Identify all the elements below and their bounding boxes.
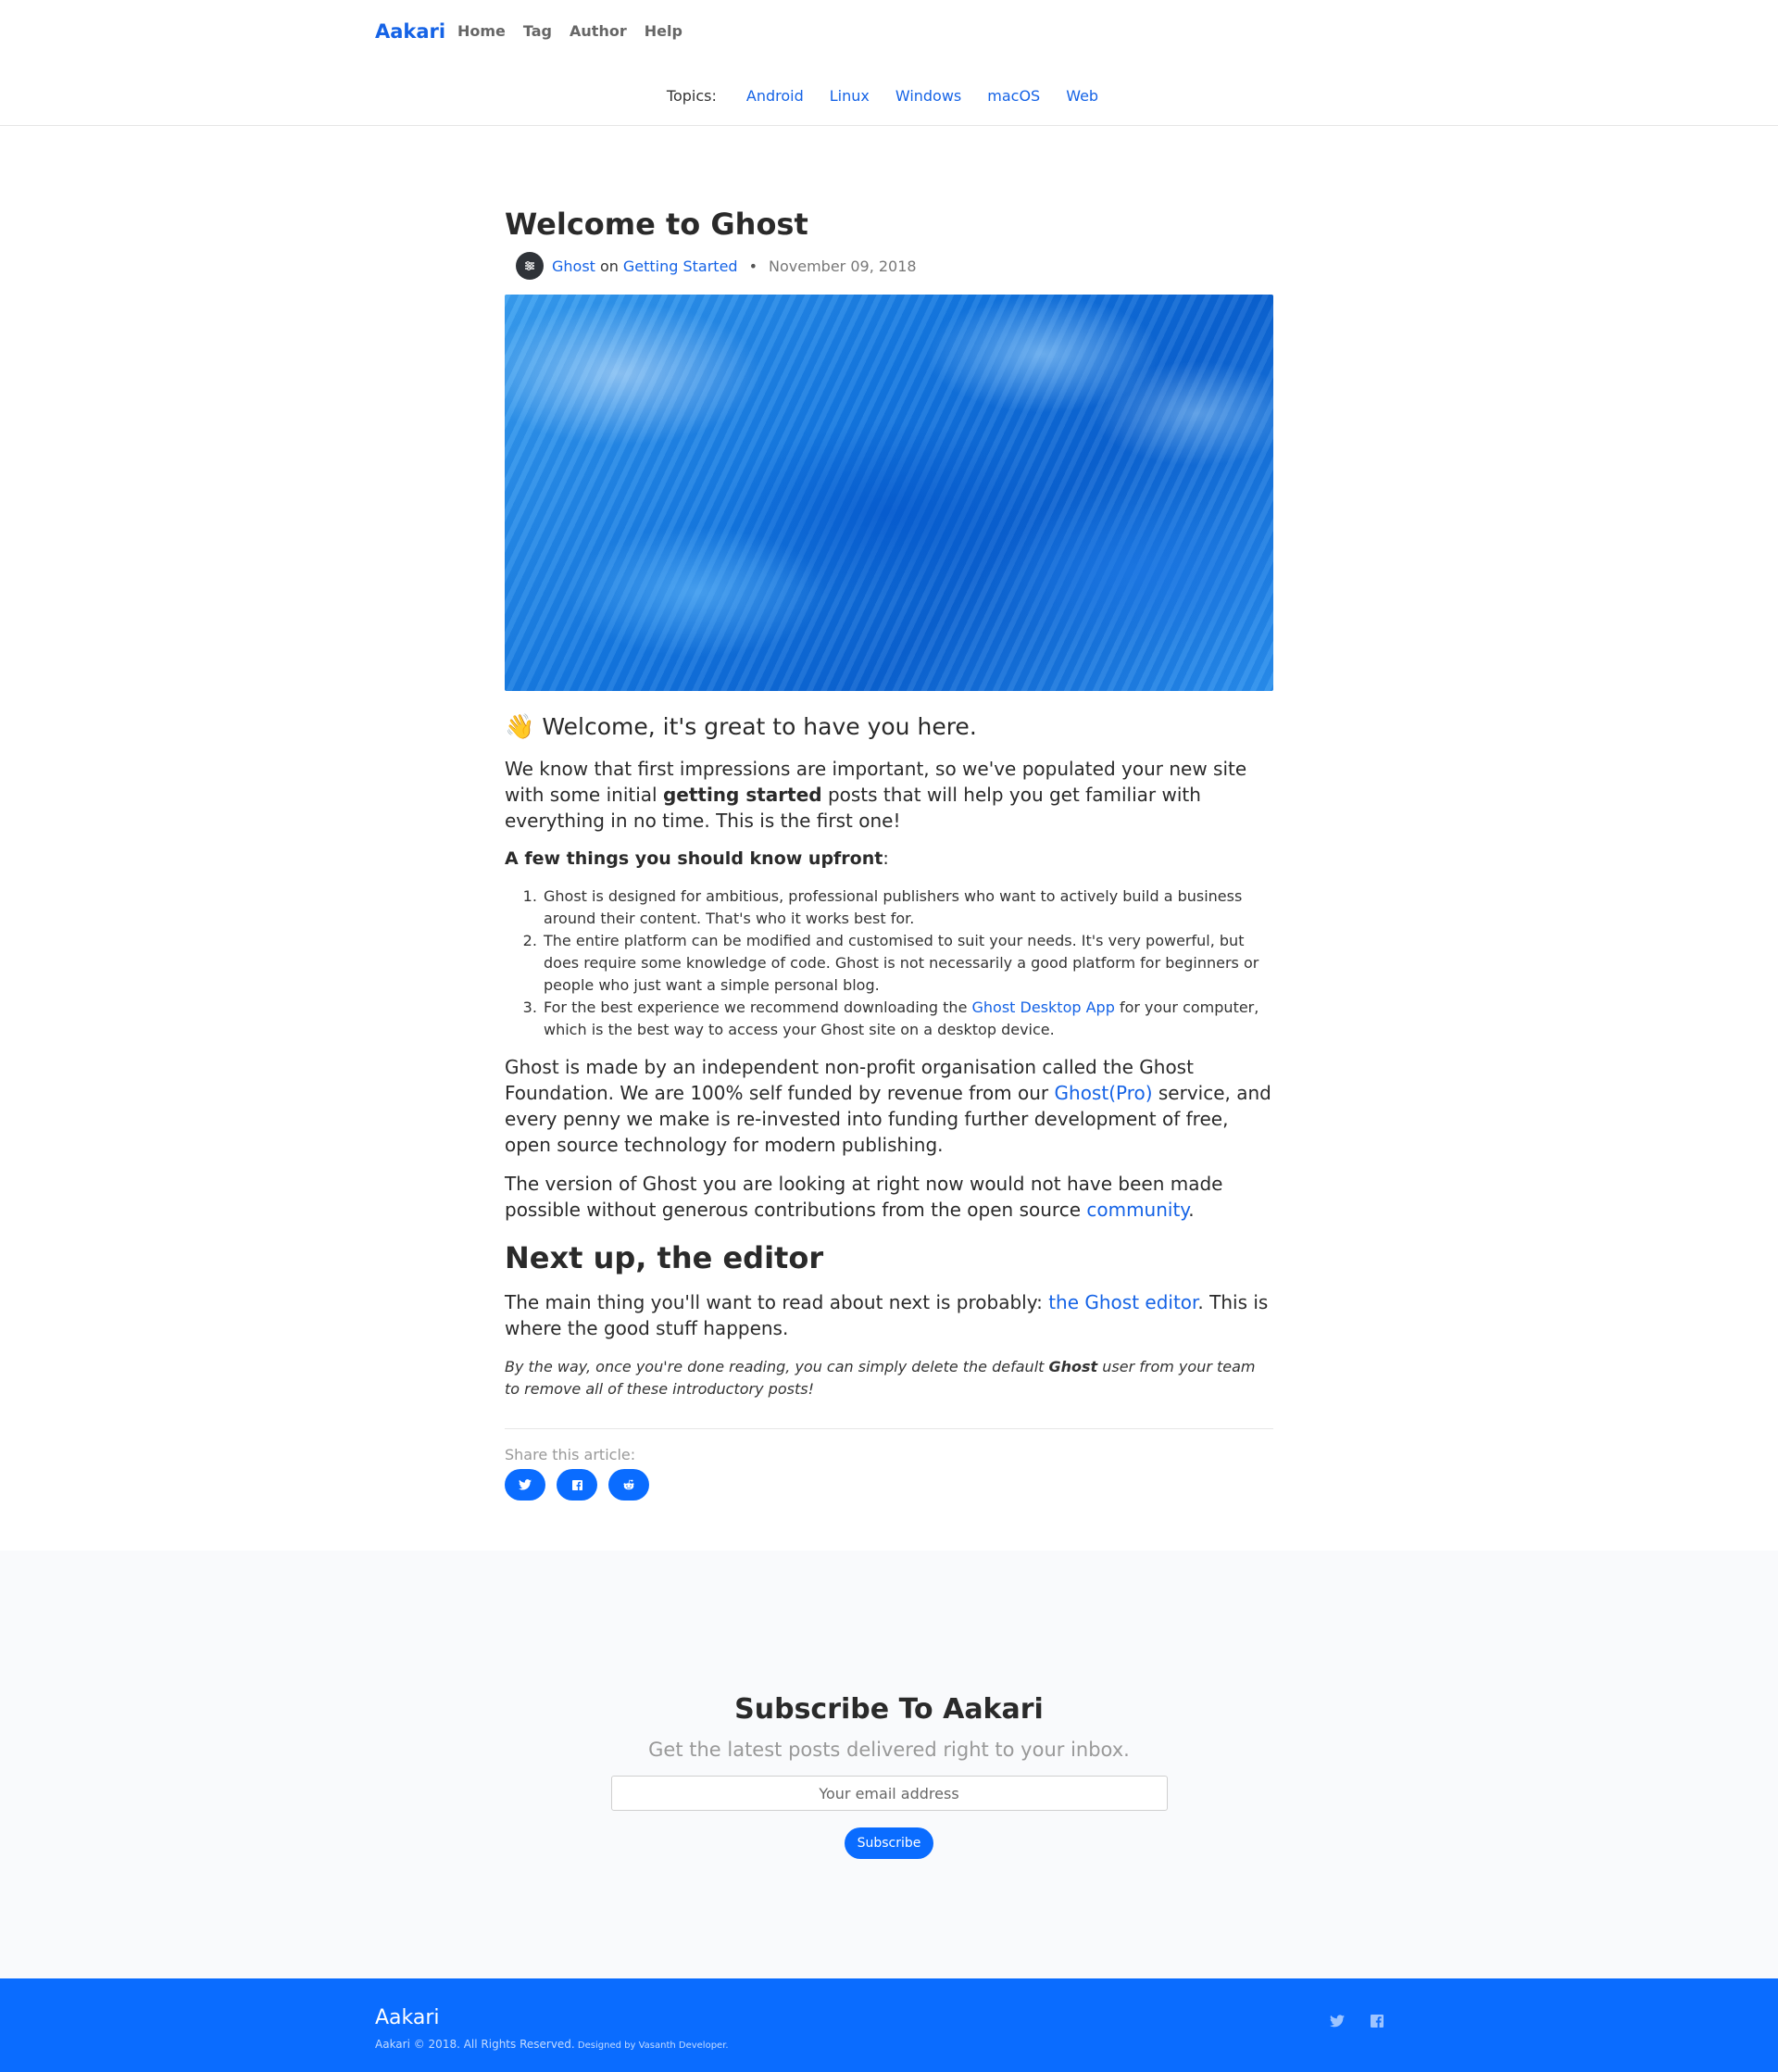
- next-text-a: The main thing you'll want to read about…: [505, 1291, 1049, 1313]
- facebook-icon: [1371, 2015, 1384, 2028]
- topic-macos[interactable]: macOS: [987, 87, 1040, 105]
- ghost-pro-link[interactable]: Ghost(Pro): [1055, 1082, 1153, 1104]
- copyright-text: Aakari © 2018. All Rights Reserved.: [375, 2038, 575, 2051]
- step3-text-a: For the best experience we recommend dow…: [544, 998, 972, 1016]
- ghost-editor-link[interactable]: the Ghost editor: [1048, 1291, 1197, 1313]
- topic-linux[interactable]: Linux: [830, 87, 870, 105]
- intro-paragraph: We know that first impressions are impor…: [505, 756, 1273, 834]
- nav-home[interactable]: Home: [457, 22, 506, 40]
- lead-line: 👋 Welcome, it's great to have you here.: [505, 711, 1273, 743]
- list-item: Ghost is designed for ambitious, profess…: [542, 885, 1273, 930]
- subscribe-button[interactable]: Subscribe: [845, 1827, 933, 1859]
- facebook-icon: [571, 1479, 582, 1490]
- reddit-icon: [623, 1479, 634, 1490]
- next-up-heading: Next up, the editor: [505, 1240, 824, 1275]
- footer-copyright: Aakari © 2018. All Rights Reserved. Desi…: [375, 2038, 729, 2051]
- list-item: For the best experience we recommend dow…: [542, 997, 1273, 1041]
- share-twitter-button[interactable]: [505, 1469, 545, 1501]
- share-facebook-button[interactable]: [557, 1469, 597, 1501]
- topic-android[interactable]: Android: [746, 87, 804, 105]
- subscribe-section: Subscribe To Aakari Get the latest posts…: [0, 1551, 1778, 1978]
- meta-on: on: [599, 257, 619, 275]
- ghost-desktop-link[interactable]: Ghost Desktop App: [972, 998, 1115, 1016]
- version-text-b: .: [1188, 1199, 1195, 1221]
- feature-image: [505, 295, 1273, 691]
- note-paragraph: By the way, once you're done reading, yo…: [505, 1356, 1273, 1400]
- share-section: Share this article:: [505, 1428, 1273, 1501]
- share-reddit-button[interactable]: [608, 1469, 649, 1501]
- designed-by-text: Designed by Vasanth Developer.: [574, 2041, 729, 2051]
- site-footer: Aakari Aakari © 2018. All Rights Reserve…: [0, 1978, 1778, 2072]
- steps-list: Ghost is designed for ambitious, profess…: [505, 885, 1273, 1041]
- note-text-a: By the way, once you're done reading, yo…: [505, 1358, 1049, 1375]
- footer-brand[interactable]: Aakari: [375, 2006, 440, 2029]
- nav-tag[interactable]: Tag: [523, 22, 552, 40]
- post-title: Welcome to Ghost: [505, 207, 808, 242]
- article: Welcome to Ghost Ghost on Getting Starte…: [505, 126, 1273, 1501]
- note-bold: Ghost: [1048, 1358, 1098, 1375]
- version-paragraph: The version of Ghost you are looking at …: [505, 1171, 1273, 1223]
- topic-windows[interactable]: Windows: [895, 87, 961, 105]
- footer-social: [1330, 2014, 1384, 2031]
- footer-twitter-link[interactable]: [1330, 2014, 1345, 2031]
- twitter-icon: [1330, 2015, 1345, 2028]
- topic-web[interactable]: Web: [1066, 87, 1098, 105]
- post-date: November 09, 2018: [769, 257, 917, 275]
- tag-link[interactable]: Getting Started: [623, 257, 738, 275]
- footer-facebook-link[interactable]: [1371, 2014, 1384, 2031]
- top-bar: Aakari Home Tag Author Help: [0, 0, 1778, 65]
- main-nav: Home Tag Author Help: [457, 22, 682, 40]
- lead-text: Welcome, it's great to have you here.: [542, 713, 977, 740]
- email-field[interactable]: [610, 1776, 1168, 1811]
- subscribe-subtitle: Get the latest posts delivered right to …: [648, 1739, 1130, 1761]
- topics-label: Topics:: [666, 87, 717, 105]
- topics-bar: Topics: Android Linux Windows macOS Web: [0, 65, 1778, 126]
- post-meta: Ghost on Getting Started • November 09, …: [516, 252, 1273, 280]
- few-things-colon: :: [883, 848, 889, 869]
- nav-author[interactable]: Author: [570, 22, 627, 40]
- subscribe-title: Subscribe To Aakari: [734, 1693, 1044, 1726]
- share-label: Share this article:: [505, 1446, 636, 1463]
- wave-hand-icon: 👋: [505, 713, 535, 741]
- next-paragraph: The main thing you'll want to read about…: [505, 1289, 1273, 1341]
- twitter-icon: [519, 1479, 532, 1490]
- few-things-text: A few things you should know upfront: [505, 848, 883, 869]
- intro-bold: getting started: [662, 784, 822, 806]
- sliders-icon: [525, 261, 534, 270]
- author-avatar[interactable]: [516, 252, 544, 280]
- few-things-heading: A few things you should know upfront:: [505, 848, 1273, 869]
- foundation-paragraph: Ghost is made by an independent non-prof…: [505, 1054, 1273, 1158]
- share-buttons: [505, 1469, 1273, 1501]
- nav-help[interactable]: Help: [645, 22, 682, 40]
- author-link[interactable]: Ghost: [552, 257, 595, 275]
- brand-logo[interactable]: Aakari: [375, 20, 445, 43]
- site-header: Aakari Home Tag Author Help Topics: Andr…: [0, 0, 1778, 126]
- list-item: The entire platform can be modified and …: [542, 930, 1273, 997]
- community-link[interactable]: community: [1086, 1199, 1188, 1221]
- meta-separator: •: [748, 257, 758, 275]
